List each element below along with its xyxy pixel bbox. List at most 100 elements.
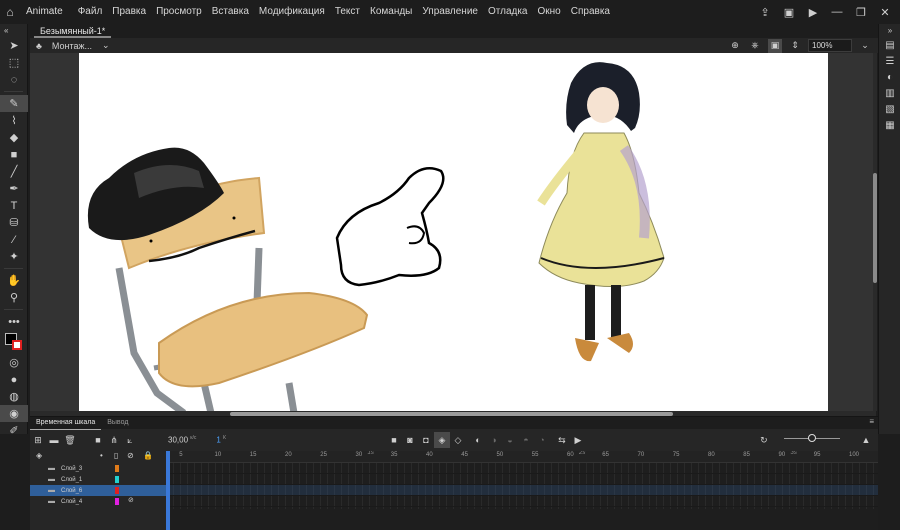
- object-drawing-icon[interactable]: ◎: [0, 354, 28, 371]
- home-icon[interactable]: ⌂: [0, 0, 20, 24]
- menu-text[interactable]: Текст: [330, 0, 365, 24]
- eraser-tool-icon[interactable]: ◆: [0, 129, 28, 146]
- more-tools-icon[interactable]: •••: [0, 313, 28, 330]
- layer-row[interactable]: ▬ Слой_1: [30, 474, 166, 485]
- frames-panel[interactable]: 5 10 15 20 25 30 35 40 45 50 55 60 65 70 75 80 85 90 95 100…: [166, 451, 878, 530]
- paint-bucket-tool-icon[interactable]: ⛁: [0, 214, 28, 231]
- play-icon[interactable]: ▶: [570, 432, 586, 448]
- fps-display[interactable]: 30,00 к/с: [168, 435, 196, 445]
- new-layer-icon[interactable]: ⊞: [30, 432, 46, 448]
- pin-tool-icon[interactable]: ✦: [0, 248, 28, 265]
- layer-depth-icon[interactable]: ⟀: [122, 432, 138, 448]
- layer-color-swatch[interactable]: [115, 498, 119, 505]
- frame-row[interactable]: [166, 485, 878, 496]
- menu-debug[interactable]: Отладка: [483, 0, 533, 24]
- edit-multiple-frames-icon[interactable]: ◒: [502, 432, 518, 448]
- vertical-scrollbar-thumb[interactable]: [873, 173, 877, 283]
- modify-markers-icon[interactable]: ◔: [534, 432, 550, 448]
- vertical-scrollbar[interactable]: [873, 53, 877, 411]
- current-frame-display[interactable]: 1 К: [216, 435, 226, 445]
- snap-icon[interactable]: ●: [0, 371, 28, 388]
- layers-icon[interactable]: ◈: [36, 451, 42, 460]
- frame-ruler[interactable]: 5 10 15 20 25 30 35 40 45 50 55 60 65 70 75 80 85 90 95 100…: [166, 451, 878, 463]
- assets-panel-icon[interactable]: ▧: [879, 101, 900, 117]
- onion-outline-icon[interactable]: ◑: [486, 432, 502, 448]
- frame-row[interactable]: [166, 463, 878, 474]
- close-icon[interactable]: ✕: [876, 3, 894, 21]
- menu-help[interactable]: Справка: [566, 0, 615, 24]
- minimize-icon[interactable]: —: [828, 3, 846, 21]
- layer-row[interactable]: ▬ Слой_4 ⊘: [30, 496, 166, 507]
- fluid-brush-tool-icon[interactable]: ✎: [0, 95, 28, 112]
- loop-icon[interactable]: ⇆: [554, 432, 570, 448]
- onion-settings-icon[interactable]: ◓: [518, 432, 534, 448]
- mountain-icon[interactable]: ▲: [858, 432, 874, 448]
- menu-commands[interactable]: Команды: [365, 0, 417, 24]
- frame-row[interactable]: [166, 474, 878, 485]
- clip-stage-icon[interactable]: ▣: [768, 38, 782, 53]
- hidden-eye-icon[interactable]: ⊘: [128, 496, 134, 504]
- layer-color-swatch[interactable]: [115, 487, 119, 494]
- playhead[interactable]: [166, 451, 170, 530]
- layer-color-swatch[interactable]: [115, 476, 119, 483]
- lasso-tool-icon[interactable]: ◌: [0, 71, 28, 88]
- layer-name[interactable]: Слой_4: [61, 499, 113, 505]
- camera-icon[interactable]: ■: [90, 432, 106, 448]
- delete-layer-icon[interactable]: 🗑: [62, 432, 78, 448]
- delete-frame-icon[interactable]: ◇: [450, 432, 466, 448]
- scene-selector[interactable]: ♣ Монтаж... ⌄: [30, 40, 110, 51]
- color-panel-icon[interactable]: ◐: [879, 69, 900, 85]
- publish-icon[interactable]: ⇪: [756, 3, 774, 21]
- menu-modify[interactable]: Модификация: [254, 0, 330, 24]
- menu-insert[interactable]: Вставка: [207, 0, 254, 24]
- lock-all-icon[interactable]: 🔒: [143, 451, 153, 460]
- timeline-zoom-slider[interactable]: [784, 434, 840, 442]
- free-transform-tool-icon[interactable]: ⬚: [0, 54, 28, 71]
- frame-grid[interactable]: [166, 463, 878, 509]
- collapse-icon[interactable]: «: [0, 24, 28, 37]
- chevron-down-icon[interactable]: ⌄: [858, 39, 872, 53]
- first-frame-icon[interactable]: ■: [386, 432, 402, 448]
- stroke-options-icon[interactable]: ◍: [0, 388, 28, 405]
- brush-mode-icon[interactable]: ◉: [0, 405, 28, 422]
- center-frame-icon[interactable]: ↻: [756, 432, 772, 448]
- screen-mode-icon[interactable]: ▣: [780, 3, 798, 21]
- stage-canvas[interactable]: [79, 53, 828, 413]
- test-movie-icon[interactable]: ▶: [804, 3, 822, 21]
- frame-row[interactable]: [166, 496, 878, 507]
- eyedropper-tool-icon[interactable]: ⁄: [0, 231, 28, 248]
- center-stage-icon[interactable]: ⊕: [728, 39, 742, 53]
- selection-tool-icon[interactable]: ➤: [0, 37, 28, 54]
- pen-tool-icon[interactable]: ✒: [0, 180, 28, 197]
- menu-window[interactable]: Окно: [533, 0, 566, 24]
- layer-row[interactable]: ▬ Слой_6: [30, 485, 166, 496]
- layer-name[interactable]: Слой_1: [61, 477, 113, 483]
- highlight-dot-icon[interactable]: •: [100, 451, 103, 460]
- collapse-icon[interactable]: »: [879, 24, 900, 37]
- layer-parenting-icon[interactable]: ⋔: [106, 432, 122, 448]
- insert-blank-keyframe-icon[interactable]: ◘: [418, 432, 434, 448]
- rectangle-tool-icon[interactable]: ■: [0, 146, 28, 163]
- components-panel-icon[interactable]: ▦: [879, 117, 900, 133]
- tab-timeline[interactable]: Временная шкала: [30, 417, 102, 430]
- layer-name[interactable]: Слой_6: [61, 488, 113, 494]
- menu-view[interactable]: Просмотр: [151, 0, 207, 24]
- panel-menu-icon[interactable]: ≡: [869, 417, 874, 426]
- onion-skin-icon[interactable]: ◐: [470, 432, 486, 448]
- maximize-icon[interactable]: ❐: [852, 3, 870, 21]
- insert-keyframe-icon[interactable]: ◙: [402, 432, 418, 448]
- tab-output[interactable]: Вывод: [101, 417, 134, 429]
- hide-all-icon[interactable]: ⊘: [127, 451, 134, 460]
- layer-color-swatch[interactable]: [115, 465, 119, 472]
- insert-frame-icon[interactable]: ◈: [433, 432, 450, 448]
- new-folder-icon[interactable]: ▬: [46, 432, 62, 448]
- menu-control[interactable]: Управление: [417, 0, 483, 24]
- zoom-stepper-icon[interactable]: ⇕: [788, 39, 802, 53]
- fill-color-swatch[interactable]: [12, 340, 22, 350]
- layer-name[interactable]: Слой_3: [61, 466, 113, 472]
- rotate-stage-icon[interactable]: ⎈: [748, 39, 762, 53]
- menu-edit[interactable]: Правка: [107, 0, 151, 24]
- timeline-zoom-knob[interactable]: [808, 434, 816, 442]
- library-panel-icon[interactable]: ▥: [879, 85, 900, 101]
- align-panel-icon[interactable]: ☰: [879, 53, 900, 69]
